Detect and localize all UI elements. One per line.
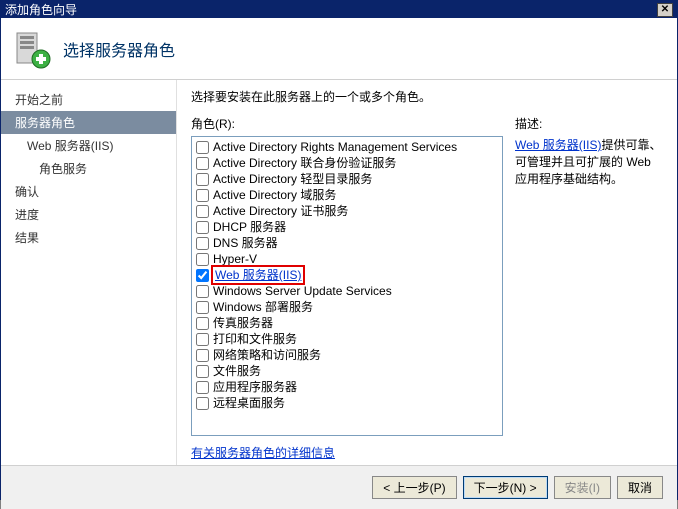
role-label: Active Directory 证书服务	[213, 203, 348, 219]
role-item[interactable]: DNS 服务器	[194, 235, 500, 251]
role-checkbox[interactable]	[196, 317, 209, 330]
role-item[interactable]: Active Directory 域服务	[194, 187, 500, 203]
role-label: Active Directory 轻型目录服务	[213, 171, 372, 187]
role-label: Active Directory 联合身份验证服务	[213, 155, 396, 171]
more-info-link[interactable]: 有关服务器角色的详细信息	[191, 444, 503, 461]
role-checkbox[interactable]	[196, 397, 209, 410]
role-item[interactable]: 文件服务	[194, 363, 500, 379]
next-button[interactable]: 下一步(N) >	[463, 476, 548, 499]
role-item[interactable]: Windows 部署服务	[194, 299, 500, 315]
wizard-window: 添加角色向导 ✕ 选择服务器角色 开始之前服务器角色Web 服务器(IIS)角色…	[0, 0, 678, 500]
page-title: 选择服务器角色	[63, 37, 175, 61]
role-item[interactable]: DHCP 服务器	[194, 219, 500, 235]
instruction-text: 选择要安装在此服务器上的一个或多个角色。	[191, 88, 663, 105]
role-label: 应用程序服务器	[213, 379, 297, 395]
role-label: Windows Server Update Services	[213, 283, 392, 299]
role-checkbox[interactable]	[196, 365, 209, 378]
role-checkbox[interactable]	[196, 253, 209, 266]
role-item[interactable]: Web 服务器(IIS)	[194, 267, 500, 283]
role-label: 远程桌面服务	[213, 395, 285, 411]
role-label: DHCP 服务器	[213, 219, 286, 235]
role-item[interactable]: Active Directory 轻型目录服务	[194, 171, 500, 187]
role-checkbox[interactable]	[196, 269, 209, 282]
role-checkbox[interactable]	[196, 141, 209, 154]
titlebar: 添加角色向导 ✕	[1, 1, 677, 18]
description-label: 描述:	[515, 115, 663, 132]
sidebar-item-2[interactable]: Web 服务器(IIS)	[1, 134, 176, 157]
description-column: 描述: Web 服务器(IIS)提供可靠、可管理并且可扩展的 Web 应用程序基…	[503, 115, 663, 461]
install-button[interactable]: 安装(I)	[554, 476, 611, 499]
role-item[interactable]: Active Directory Rights Management Servi…	[194, 139, 500, 155]
role-checkbox[interactable]	[196, 349, 209, 362]
role-item[interactable]: 打印和文件服务	[194, 331, 500, 347]
body: 开始之前服务器角色Web 服务器(IIS)角色服务确认进度结果 选择要安装在此服…	[1, 80, 677, 465]
sidebar-item-3[interactable]: 角色服务	[1, 157, 176, 180]
description-link[interactable]: Web 服务器(IIS)	[515, 138, 601, 152]
roles-column: 角色(R): Active Directory Rights Managemen…	[191, 115, 503, 461]
role-label: 网络策略和访问服务	[213, 347, 321, 363]
role-checkbox[interactable]	[196, 189, 209, 202]
role-label: DNS 服务器	[213, 235, 278, 251]
role-checkbox[interactable]	[196, 205, 209, 218]
role-item[interactable]: Active Directory 证书服务	[194, 203, 500, 219]
role-label: 文件服务	[213, 363, 261, 379]
sidebar-item-4[interactable]: 确认	[1, 180, 176, 203]
window-title: 添加角色向导	[5, 1, 77, 18]
role-checkbox[interactable]	[196, 381, 209, 394]
role-item[interactable]: Windows Server Update Services	[194, 283, 500, 299]
header: 选择服务器角色	[1, 18, 677, 80]
role-item[interactable]: 应用程序服务器	[194, 379, 500, 395]
sidebar-item-5[interactable]: 进度	[1, 203, 176, 226]
sidebar-item-6[interactable]: 结果	[1, 226, 176, 249]
role-label: Windows 部署服务	[213, 299, 313, 315]
sidebar-item-0[interactable]: 开始之前	[1, 88, 176, 111]
role-item[interactable]: 传真服务器	[194, 315, 500, 331]
close-button[interactable]: ✕	[657, 3, 673, 17]
roles-listbox[interactable]: Active Directory Rights Management Servi…	[191, 136, 503, 436]
role-checkbox[interactable]	[196, 333, 209, 346]
main-panel: 选择要安装在此服务器上的一个或多个角色。 角色(R): Active Direc…	[177, 80, 677, 465]
role-checkbox[interactable]	[196, 157, 209, 170]
description-text: Web 服务器(IIS)提供可靠、可管理并且可扩展的 Web 应用程序基础结构。	[515, 136, 663, 187]
role-checkbox[interactable]	[196, 173, 209, 186]
prev-button[interactable]: < 上一步(P)	[372, 476, 456, 499]
role-label: Active Directory 域服务	[213, 187, 336, 203]
role-item[interactable]: 网络策略和访问服务	[194, 347, 500, 363]
content: 选择服务器角色 开始之前服务器角色Web 服务器(IIS)角色服务确认进度结果 …	[1, 18, 677, 509]
role-checkbox[interactable]	[196, 301, 209, 314]
role-checkbox[interactable]	[196, 237, 209, 250]
role-item[interactable]: 远程桌面服务	[194, 395, 500, 411]
role-label: Web 服务器(IIS)	[215, 268, 301, 282]
columns: 角色(R): Active Directory Rights Managemen…	[191, 115, 663, 461]
role-checkbox[interactable]	[196, 285, 209, 298]
sidebar: 开始之前服务器角色Web 服务器(IIS)角色服务确认进度结果	[1, 80, 177, 465]
sidebar-item-1[interactable]: 服务器角色	[1, 111, 176, 134]
role-checkbox[interactable]	[196, 221, 209, 234]
roles-label: 角色(R):	[191, 115, 503, 132]
footer: < 上一步(P) 下一步(N) > 安装(I) 取消	[1, 465, 677, 509]
cancel-button[interactable]: 取消	[617, 476, 663, 499]
server-icon	[11, 29, 51, 69]
role-item[interactable]: Active Directory 联合身份验证服务	[194, 155, 500, 171]
role-label: 打印和文件服务	[213, 331, 297, 347]
role-label: 传真服务器	[213, 315, 273, 331]
role-label: Active Directory Rights Management Servi…	[213, 139, 457, 155]
